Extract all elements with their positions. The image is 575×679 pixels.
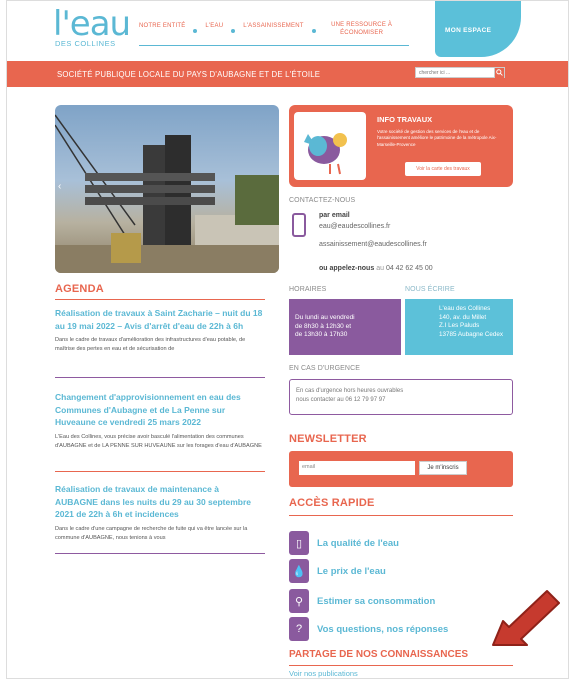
address-line: L'eau des Collines	[439, 305, 491, 312]
nav-underline	[139, 45, 409, 46]
nav-separator-dot	[193, 29, 198, 33]
agenda-item-title[interactable]: Réalisation de travaux de maintenance à …	[55, 483, 263, 521]
top-banner: SOCIÉTÉ PUBLIQUE LOCALE DU PAYS D'AUBAGN…	[7, 61, 568, 87]
info-travaux-text: Votre société de gestion des services de…	[377, 129, 497, 147]
agenda-item: Réalisation de travaux de maintenance à …	[55, 483, 263, 543]
contact-phone-line: ou appelez-nous au 04 42 62 45 00	[319, 265, 433, 272]
contact-call-label: ou appelez-nous	[319, 265, 375, 272]
agenda-item-title[interactable]: Changement d'approvisionnement en eau de…	[55, 391, 263, 429]
hero-photo-slider[interactable]: ‹	[55, 105, 279, 273]
search-icon	[496, 69, 503, 76]
nav-separator-dot	[231, 29, 236, 33]
agenda-divider	[55, 299, 265, 300]
nav-notre-entite[interactable]: NOTRE ENTITÉ	[139, 23, 185, 29]
contact-call-at: au	[376, 265, 384, 272]
quick-link-label: Estimer sa consommation	[317, 595, 436, 607]
address-line: Z.I Les Paluds	[439, 322, 480, 329]
map-works-button[interactable]: Voir la carte des travaux	[405, 162, 481, 176]
mon-espace-label: MON ESPACE	[445, 27, 492, 34]
publications-link[interactable]: Voir nos publications	[289, 669, 358, 678]
top-navigation: NOTRE ENTITÉ L'EAU L'ASSAINISSEMENT UNE …	[139, 21, 400, 37]
nav-separator-dot	[311, 29, 316, 33]
slider-prev-icon[interactable]: ‹	[58, 181, 61, 192]
newsletter-subscribe-button[interactable]: Je m'inscris	[419, 461, 467, 475]
quick-link-consumption[interactable]: ⚲ Estimer sa consommation	[289, 589, 435, 613]
agenda-item: Réalisation de travaux à Saint Zacharie …	[55, 307, 263, 354]
bird-illustration	[294, 112, 366, 180]
red-annotation-arrow-icon	[492, 590, 560, 646]
nav-l-eau[interactable]: L'EAU	[205, 23, 223, 29]
urgence-line: nous contacter au 06 12 79 97 97	[296, 397, 386, 403]
agenda-item-desc: Dans le cadre de travaux d'amélioration …	[55, 337, 246, 352]
mon-espace-button[interactable]: MON ESPACE	[435, 1, 521, 57]
agenda-divider	[55, 377, 265, 378]
search-button[interactable]	[494, 67, 504, 78]
acces-rapide-divider	[289, 515, 513, 516]
construction-photo	[55, 114, 279, 273]
logo-sub-text: DES COLLINES	[55, 39, 116, 48]
agenda-divider	[55, 553, 265, 554]
search-box	[415, 67, 505, 78]
urgence-title: EN CAS D'URGENCE	[289, 365, 361, 372]
acces-rapide-title: ACCÈS RAPIDE	[289, 497, 375, 509]
site-logo[interactable]: l'eau DES COLLINES	[53, 5, 143, 51]
contact-by-email: par email	[319, 212, 350, 219]
agenda-item: Changement d'approvisionnement en eau de…	[55, 391, 263, 451]
info-travaux-title: INFO TRAVAUX	[377, 115, 433, 124]
urgence-line: En cas d'urgence hors heures ouvrables	[296, 388, 404, 394]
banner-text: SOCIÉTÉ PUBLIQUE LOCALE DU PAYS D'AUBAGN…	[57, 70, 321, 79]
info-travaux-card: INFO TRAVAUX Votre société de gestion de…	[289, 105, 513, 187]
hours-line: de 13h30 à 17h30	[295, 331, 348, 338]
partage-divider	[289, 665, 513, 666]
partage-title: PARTAGE DE NOS CONNAISSANCES	[289, 649, 469, 660]
contact-title: CONTACTEZ-NOUS	[289, 197, 356, 204]
contact-phone-number[interactable]: 04 42 62 45 00	[386, 265, 433, 272]
address-line: 13785 Aubagne Cedex	[439, 330, 504, 338]
quick-link-label: La qualité de l'eau	[317, 537, 399, 549]
quick-link-label: Le prix de l'eau	[317, 565, 386, 577]
bird-icon	[304, 133, 347, 175]
urgence-box: En cas d'urgence hors heures ouvrables n…	[289, 379, 513, 415]
search-input[interactable]	[416, 68, 494, 77]
contact-email-water[interactable]: eau@eaudescollines.fr	[319, 223, 390, 230]
newsletter-email-input[interactable]: email	[299, 461, 415, 475]
logo-main-text: l'eau	[53, 4, 131, 44]
quick-link-faq[interactable]: ? Vos questions, nos réponses	[289, 617, 448, 641]
phone-email-icon	[292, 213, 306, 237]
hours-title: HORAIRES	[289, 286, 327, 293]
write-title: NOUS ÉCRIRE	[405, 286, 455, 293]
newsletter-title: NEWSLETTER	[289, 433, 367, 445]
quick-link-label: Vos questions, nos réponses	[317, 623, 449, 635]
page: l'eau DES COLLINES NOTRE ENTITÉ L'EAU L'…	[6, 0, 569, 679]
agenda-title: AGENDA	[55, 283, 104, 295]
newsletter-box: email Je m'inscris	[289, 451, 513, 487]
contact-email-sanitation[interactable]: assainissement@eaudescollines.fr	[319, 241, 427, 248]
hand-drop-icon: 💧	[289, 559, 309, 583]
nav-ressource[interactable]: UNE RESSOURCE À ÉCONOMISER	[324, 21, 400, 37]
question-drop-icon: ?	[289, 617, 309, 641]
tap-icon: ⚲	[289, 589, 309, 613]
agenda-item-title[interactable]: Réalisation de travaux à Saint Zacharie …	[55, 307, 263, 332]
hours-line: Du lundi au vendredi	[295, 314, 355, 321]
agenda-item-desc: L'Eau des Collines, vous précise avoir b…	[55, 433, 262, 449]
agenda-divider	[55, 471, 265, 472]
quick-link-water-quality[interactable]: ▯ La qualité de l'eau	[289, 531, 399, 555]
agenda-item-desc: Dans le cadre d'une campagne de recherch…	[55, 525, 248, 541]
quick-link-water-price[interactable]: 💧 Le prix de l'eau	[289, 559, 386, 583]
address-box: L'eau des Collines 140, av. du Millet Z.…	[405, 299, 513, 355]
hours-box: Du lundi au vendredi de 8h30 à 12h30 et …	[289, 299, 401, 355]
nav-assainissement[interactable]: L'ASSAINISSEMENT	[243, 23, 303, 29]
glass-icon: ▯	[289, 531, 309, 555]
hours-line: de 8h30 à 12h30 et	[295, 323, 352, 330]
address-line: 140, av. du Millet	[439, 313, 487, 321]
